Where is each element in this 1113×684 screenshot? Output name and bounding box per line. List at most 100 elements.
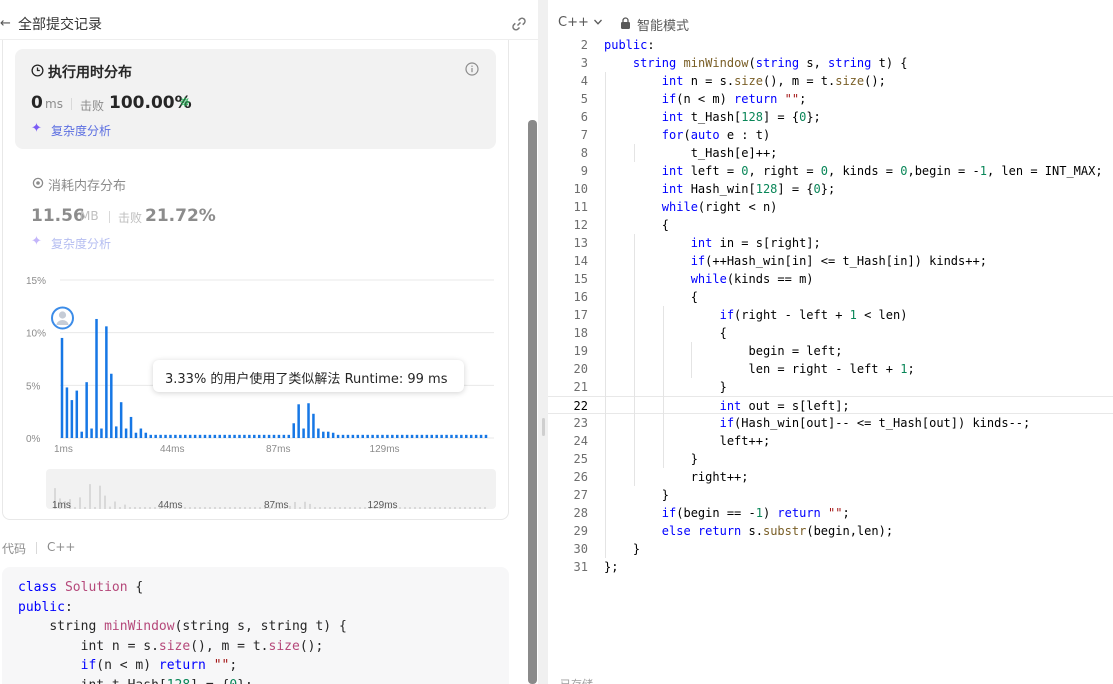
chart-bar[interactable] [356, 434, 360, 438]
chart-bar[interactable] [267, 434, 271, 438]
chart-bar[interactable] [312, 413, 315, 438]
chart-bar[interactable] [455, 434, 458, 438]
chart-bar[interactable] [218, 434, 222, 438]
panel-splitter[interactable] [538, 0, 548, 684]
chart-bar[interactable] [169, 434, 172, 438]
chart-bar[interactable] [346, 434, 350, 438]
chart-bar[interactable] [238, 434, 241, 438]
chart-bar[interactable] [479, 434, 483, 438]
chart-bar[interactable] [371, 434, 374, 438]
chart-bar[interactable] [376, 434, 379, 438]
code-line[interactable]: 7 for(auto e : t) [548, 126, 1113, 144]
chart-bar[interactable] [331, 432, 335, 438]
chart-bar[interactable] [302, 428, 305, 438]
chart-bar[interactable] [144, 432, 148, 438]
chart-bar[interactable] [400, 434, 404, 438]
chart-bar[interactable] [124, 428, 128, 438]
code-line[interactable]: 21 } [548, 378, 1113, 396]
chart-bar[interactable] [95, 318, 98, 438]
code-line[interactable]: 3 string minWindow(string s, string t) { [548, 54, 1113, 72]
code-line[interactable]: 31}; [548, 558, 1113, 576]
chart-bar[interactable] [440, 434, 443, 438]
chevron-down-icon[interactable] [593, 17, 603, 27]
code-line[interactable]: 29 else return s.substr(begin,len); [548, 522, 1113, 540]
chart-bar[interactable] [317, 428, 320, 438]
left-scrollbar[interactable] [528, 120, 537, 684]
chart-bar[interactable] [386, 434, 389, 438]
chart-bar[interactable] [134, 432, 138, 438]
chart-bar[interactable] [322, 431, 325, 438]
chart-bar[interactable] [410, 434, 414, 438]
link-icon[interactable] [510, 15, 528, 33]
chart-bar[interactable] [425, 434, 429, 438]
chart-bar[interactable] [287, 434, 291, 438]
code-line[interactable]: 13 int in = s[right]; [548, 234, 1113, 252]
chart-bar[interactable] [381, 434, 384, 438]
code-line[interactable]: 19 begin = left; [548, 342, 1113, 360]
code-line[interactable]: 16 { [548, 288, 1113, 306]
code-line[interactable]: 6 int t_Hash[128] = {0}; [548, 108, 1113, 126]
chart-bar[interactable] [203, 434, 207, 438]
chart-bar[interactable] [391, 434, 394, 438]
memory-complexity-link[interactable]: 复杂度分析 [51, 235, 111, 252]
code-line[interactable]: 25 } [548, 450, 1113, 468]
chart-bar[interactable] [469, 434, 473, 438]
chart-bar[interactable] [366, 434, 369, 438]
chart-bar[interactable] [164, 434, 167, 438]
chart-bar[interactable] [351, 434, 355, 438]
arrow-left-icon[interactable]: ← [0, 16, 11, 32]
splitter-handle[interactable] [542, 418, 545, 436]
code-line[interactable]: 17 if(right - left + 1 < len) [548, 306, 1113, 324]
chart-bar[interactable] [233, 434, 236, 438]
chart-bar[interactable] [257, 434, 261, 438]
chart-bar[interactable] [292, 423, 295, 438]
chart-bar[interactable] [262, 434, 266, 438]
chart-bar[interactable] [208, 434, 212, 438]
chart-bar[interactable] [282, 434, 286, 438]
chart-bar[interactable] [460, 434, 463, 438]
chart-bar[interactable] [90, 428, 93, 438]
chart-bar[interactable] [80, 431, 83, 438]
chart-bar[interactable] [297, 404, 300, 438]
code-line[interactable]: 22 int out = s[left]; [548, 396, 1113, 414]
chart-bar[interactable] [435, 434, 438, 438]
chart-bar[interactable] [484, 434, 488, 438]
chart-bar[interactable] [75, 390, 79, 438]
code-line[interactable]: 11 while(right < n) [548, 198, 1113, 216]
chart-bar[interactable] [361, 434, 364, 438]
code-line[interactable]: 10 int Hash_win[128] = {0}; [548, 180, 1113, 198]
code-editor[interactable]: 2 public: 3 string minWindow(string s, str… [548, 36, 1113, 596]
chart-bar[interactable] [405, 434, 409, 438]
chart-bar[interactable] [65, 387, 69, 438]
chart-bar[interactable] [253, 434, 256, 438]
code-line[interactable]: 8 t_Hash[e]++; [548, 144, 1113, 162]
chart-bar[interactable] [307, 403, 310, 438]
submitted-code-block[interactable]: class Solution { public: string minWindo… [2, 567, 509, 684]
code-line[interactable]: 18 { [548, 324, 1113, 342]
chart-bar[interactable] [450, 434, 453, 438]
chart-bar[interactable] [465, 434, 468, 438]
chart-bar[interactable] [248, 434, 251, 438]
code-line[interactable]: 12 { [548, 216, 1113, 234]
chart-bar[interactable] [114, 426, 118, 438]
code-line[interactable]: 5 if(n < m) return ""; [548, 90, 1113, 108]
language-select[interactable]: C++ [558, 15, 589, 30]
code-line[interactable]: 27 } [548, 486, 1113, 504]
chart-bar[interactable] [174, 434, 177, 438]
chart-bar[interactable] [184, 434, 187, 438]
code-line[interactable]: 20 len = right - left + 1; [548, 360, 1113, 378]
chart-bar[interactable] [243, 434, 246, 438]
smart-mode-label[interactable]: 智能模式 [637, 15, 689, 34]
chart-bar[interactable] [445, 434, 448, 438]
chart-bar[interactable] [326, 431, 330, 438]
code-line[interactable]: 15 while(kinds == m) [548, 270, 1113, 288]
chart-bar[interactable] [336, 434, 340, 438]
runtime-complexity-link[interactable]: 复杂度分析 [51, 122, 111, 139]
chart-bar[interactable] [129, 416, 133, 438]
chart-bar[interactable] [70, 400, 74, 438]
code-line[interactable]: 28 if(begin == -1) return ""; [548, 504, 1113, 522]
chart-bar[interactable] [277, 434, 281, 438]
chart-bar[interactable] [228, 434, 231, 438]
chart-bar[interactable] [341, 434, 345, 438]
memory-title[interactable]: 消耗内存分布 [48, 175, 126, 194]
